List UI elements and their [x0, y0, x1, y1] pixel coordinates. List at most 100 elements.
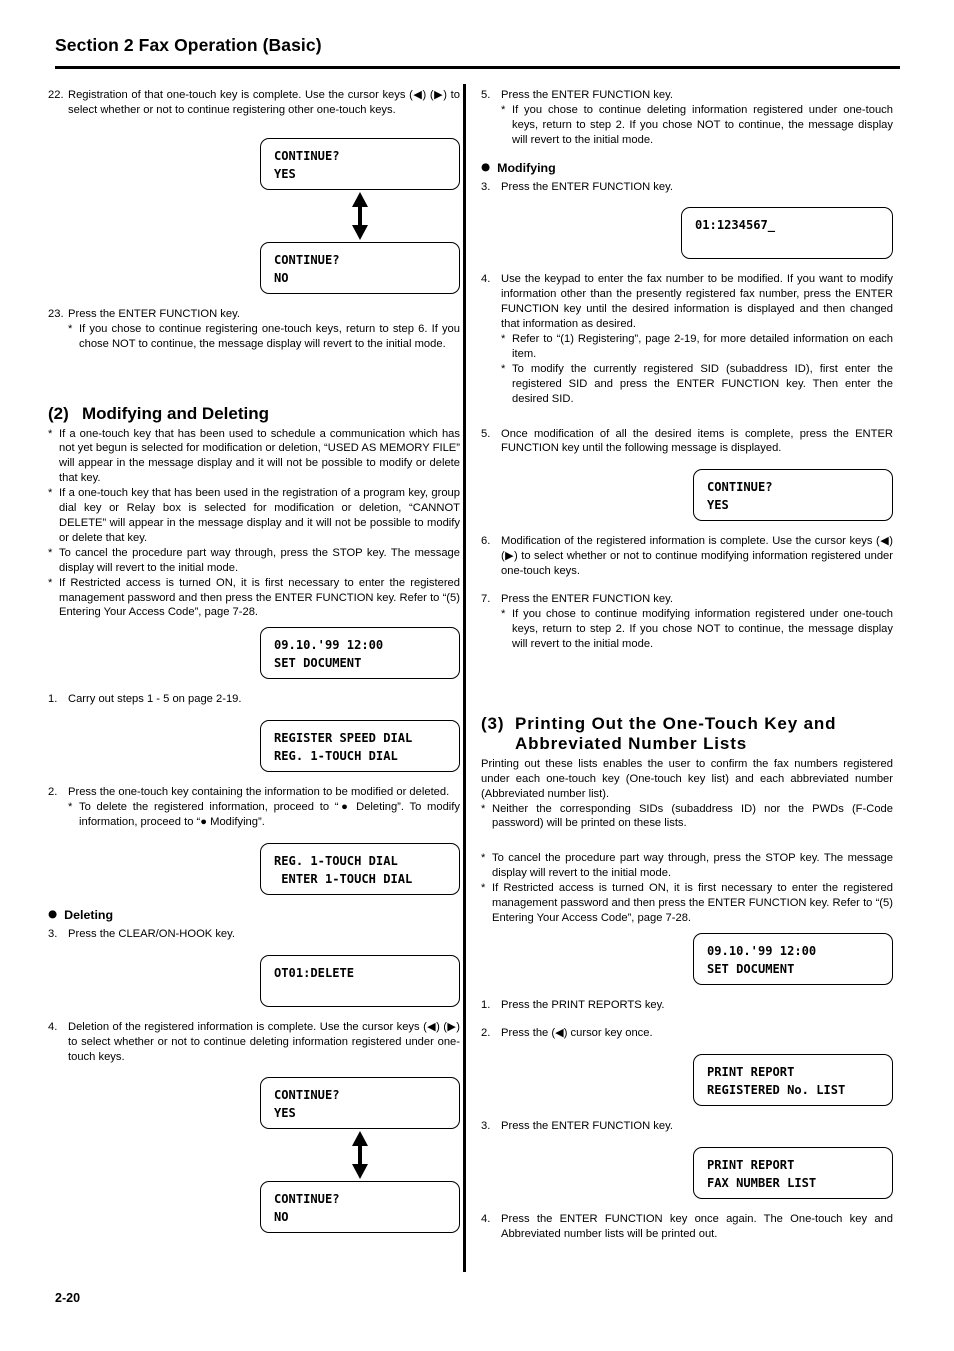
- lcd-enter-one-touch: REG. 1-TOUCH DIAL ENTER 1-TOUCH DIAL: [260, 842, 460, 895]
- note-item: * To cancel the procedure part way throu…: [48, 546, 460, 576]
- step-22-number: 22.: [48, 89, 64, 101]
- star-symbol: *: [68, 322, 73, 335]
- lcd-line-2: SET DOCUMENT: [274, 656, 362, 671]
- modifying-step-4-text: Use the keypad to enter the fax number t…: [501, 273, 893, 331]
- modifying-step-4: 4. Use the keypad to enter the fax numbe…: [481, 272, 893, 332]
- step-3: 3. Press the CLEAR/ON-HOOK key.: [48, 927, 460, 942]
- lcd-continue-yes-2-wrap: CONTINUE? YES: [48, 1077, 460, 1130]
- star-symbol: *: [481, 802, 486, 815]
- lcd-line-1: REGISTER SPEED DIAL: [274, 731, 413, 746]
- step-5-deleting-text: Press the ENTER FUNCTION key.: [501, 89, 673, 101]
- step-3-text: Press the CLEAR/ON-HOOK key.: [68, 927, 236, 940]
- heading-deleting: ● Deleting: [48, 908, 460, 923]
- print-step-3: 3. Press the ENTER FUNCTION key.: [481, 1119, 893, 1134]
- step-2: 2. Press the one-touch key containing th…: [48, 785, 460, 800]
- lcd-ot01-delete: OT01:DELETE: [260, 954, 460, 1007]
- step-5-deleting-note: * If you chose to continue deleting info…: [501, 103, 893, 148]
- print-step-3-text: Press the ENTER FUNCTION key.: [501, 1119, 673, 1132]
- note-item: * If Restricted access is turned ON, it …: [48, 576, 460, 621]
- lcd-line-1: PRINT REPORT: [707, 1157, 795, 1172]
- lcd-line-2: YES: [707, 498, 729, 513]
- step-2-text: Press the one-touch key containing the i…: [68, 786, 450, 799]
- lcd-continue-yes-modifying: CONTINUE? YES: [693, 469, 893, 522]
- lcd-line-2: YES: [274, 166, 296, 181]
- step-3-number: 3.: [48, 927, 58, 940]
- heading-printing-out-lists: (3) Printing Out the One-Touch Key and A…: [481, 714, 893, 754]
- print-step-4-text: Press the ENTER FUNCTION key once again.…: [501, 1212, 893, 1240]
- printing-note-text: Neither the corresponding SIDs (subaddre…: [492, 802, 893, 830]
- heading-3-number: (3): [481, 713, 505, 733]
- print-step-4: 4. Press the ENTER FUNCTION key once aga…: [481, 1212, 893, 1242]
- modifying-step-7: 7. Press the ENTER FUNCTION key.: [481, 592, 893, 607]
- lcd-registered-no-list: PRINT REPORT REGISTERED No. LIST: [693, 1053, 893, 1106]
- column-divider: [463, 84, 466, 1272]
- lcd-fax-number-list-wrap: PRINT REPORT FAX NUMBER LIST: [481, 1146, 893, 1199]
- lcd-register-speed-dial-wrap: REGISTER SPEED DIAL REG. 1-TOUCH DIAL: [48, 720, 460, 773]
- step-23-number: 23.: [48, 307, 64, 320]
- lcd-line-2: SET DOCUMENT: [707, 961, 795, 976]
- lcd-fax-number: 01:1234567_: [681, 207, 893, 260]
- lcd-fax-number-wrap: 01:1234567_: [481, 207, 893, 260]
- lcd-continue-no-1: CONTINUE? NO: [260, 241, 460, 294]
- modifying-step-3-number: 3.: [481, 180, 491, 193]
- step-4-number: 4.: [48, 1020, 58, 1033]
- lcd-initial-mode-wrap: 09.10.'99 12:00 SET DOCUMENT: [48, 627, 460, 680]
- heading-deleting-label: Deleting: [64, 907, 114, 922]
- printing-note-item: * If Restricted access is turned ON, it …: [481, 881, 893, 926]
- step-1-text: Carry out steps 1 - 5 on page 2-19.: [68, 693, 242, 706]
- lcd-line-2: REGISTERED No. LIST: [707, 1082, 846, 1097]
- modifying-step-6: 6. Modification of the registered inform…: [481, 534, 893, 579]
- lcd-register-speed-dial: REGISTER SPEED DIAL REG. 1-TOUCH DIAL: [260, 720, 460, 773]
- heading-2-number: (2): [48, 403, 69, 423]
- star-symbol: *: [481, 882, 486, 895]
- note-text: If a one-touch key that has been used in…: [59, 487, 460, 544]
- step-23-note: * If you chose to continue registering o…: [68, 322, 460, 352]
- step-23-text: Press the ENTER FUNCTION key.: [68, 307, 240, 320]
- bullet-icon: ●: [48, 907, 58, 920]
- step-2-note-text: To delete the registered information, pr…: [79, 801, 460, 829]
- lcd-line-2: FAX NUMBER LIST: [707, 1175, 817, 1190]
- print-step-1: 1. Press the PRINT REPORTS key.: [481, 998, 893, 1013]
- lcd-line-1: CONTINUE?: [274, 1088, 340, 1103]
- step-22: 22. Registration of that one-touch key i…: [48, 88, 460, 118]
- lcd-ot01-delete-wrap: OT01:DELETE: [48, 954, 460, 1007]
- star-symbol: *: [501, 333, 506, 346]
- star-symbol: *: [501, 608, 506, 620]
- star-symbol: *: [481, 852, 486, 865]
- lcd-line-2: ENTER 1-TOUCH DIAL: [274, 871, 413, 886]
- page-header: Section 2 Fax Operation (Basic): [55, 35, 900, 55]
- lcd-line-2: NO: [274, 1210, 289, 1225]
- heading-3-title-line-1: Printing Out the One-Touch Key and: [515, 713, 837, 733]
- note-item: * If a one-touch key that has been used …: [48, 427, 460, 487]
- step-2-note: * To delete the registered information, …: [68, 800, 460, 830]
- note-text: If Restricted access is turned ON, it is…: [59, 576, 460, 619]
- modifying-step-6-text: Modification of the registered informati…: [501, 535, 893, 578]
- lcd-line-1: PRINT REPORT: [707, 1064, 795, 1079]
- star-symbol: *: [48, 487, 53, 500]
- printing-note-item: * To cancel the procedure part way throu…: [481, 851, 893, 881]
- lcd-line-2: REG. 1-TOUCH DIAL: [274, 749, 398, 764]
- modifying-step-5-text: Once modification of all the desired ite…: [501, 427, 893, 455]
- print-step-2: 2. Press the (◀) cursor key once.: [481, 1026, 893, 1041]
- left-column: 22. Registration of that one-touch key i…: [48, 88, 460, 1234]
- lcd-continue-yes-2: CONTINUE? YES: [260, 1077, 460, 1130]
- step-23-note-text: If you chose to continue registering one…: [79, 322, 460, 350]
- lcd-continue-yes-1: CONTINUE? YES: [260, 137, 460, 190]
- modifying-step-6-number: 6.: [481, 535, 491, 548]
- step-5-deleting-number: 5.: [481, 89, 491, 101]
- double-arrow-1: [260, 190, 460, 242]
- lcd-continue-yes-1-wrap: CONTINUE? YES: [48, 137, 460, 190]
- double-arrow-icon: [352, 1131, 368, 1180]
- modifying-step-4-note-2-text: To modify the currently registered SID (…: [512, 362, 893, 405]
- step-4-text: Deletion of the registered information i…: [68, 1020, 460, 1063]
- footer-page-number: 2-20: [55, 1291, 81, 1305]
- print-step-4-number: 4.: [481, 1212, 491, 1225]
- modifying-step-7-number: 7.: [481, 593, 491, 606]
- page-title: Section 2 Fax Operation (Basic): [55, 35, 322, 55]
- modifying-step-4-note-1-text: Refer to “(1) Registering”, page 2-19, f…: [512, 333, 893, 360]
- lcd-registered-no-list-wrap: PRINT REPORT REGISTERED No. LIST: [481, 1053, 893, 1106]
- lcd-line-1: 09.10.'99 12:00: [274, 638, 384, 653]
- heading-modifying: ● Modifying: [481, 161, 893, 176]
- note-text: If a one-touch key that has been used to…: [59, 427, 460, 485]
- star-symbol: *: [501, 103, 506, 116]
